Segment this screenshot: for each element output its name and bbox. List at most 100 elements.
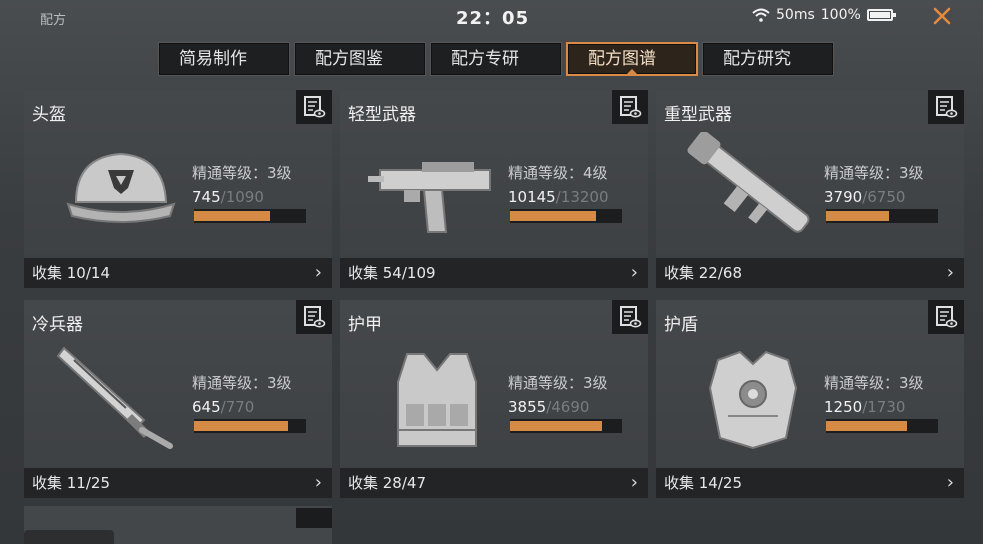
progress-current: 10145 <box>508 188 556 206</box>
collect-count: 收集 10/14 <box>32 264 110 282</box>
progress-current: 745 <box>192 188 221 206</box>
progress-current: 645 <box>192 398 221 416</box>
window-title: 配方 <box>40 13 67 28</box>
recipe-book-button[interactable] <box>928 90 964 124</box>
recipe-book-button[interactable] <box>296 90 332 124</box>
shield-armor-icon <box>678 342 828 452</box>
chevron-right-icon: › <box>314 472 322 493</box>
collect-row[interactable]: 收集 22/68 › <box>656 258 964 288</box>
progress-bar <box>510 209 622 223</box>
progress-text: 3855/4690 <box>508 398 589 416</box>
progress-text: 3790/6750 <box>824 188 905 206</box>
recipe-book-icon <box>304 306 326 328</box>
status-indicators: 50ms 100% <box>752 7 896 23</box>
recipe-book-icon <box>936 96 958 118</box>
progress-fill <box>194 421 289 431</box>
progress-text: 1250/1730 <box>824 398 905 416</box>
mastery-level: 精通等级：3级 <box>508 374 608 392</box>
collect-count: 收集 14/25 <box>664 474 742 492</box>
category-card-0[interactable]: 头盔 精通等级：3级 745/1090 收集 10/14 › <box>24 90 332 288</box>
recipe-book-button[interactable] <box>928 300 964 334</box>
helmet-icon <box>46 132 196 242</box>
progress-text: 10145/13200 <box>508 188 609 206</box>
collect-row[interactable]: 收集 14/25 › <box>656 468 964 498</box>
recipe-book-button[interactable] <box>296 300 332 334</box>
progress-current: 3790 <box>824 188 863 206</box>
progress-bar <box>826 419 938 433</box>
progress-bar <box>510 419 622 433</box>
collect-row[interactable]: 收集 54/109 › <box>340 258 648 288</box>
recipe-book-icon <box>620 96 642 118</box>
progress-max: /770 <box>220 398 255 416</box>
category-card-5[interactable]: 护盾 精通等级：3级 1250/1730 收集 14/25 › <box>656 300 964 498</box>
progress-fill <box>826 421 907 431</box>
recipe-book-icon <box>936 306 958 328</box>
chevron-right-icon: › <box>630 262 638 283</box>
category-card-4[interactable]: 护甲 精通等级：3级 3855/4690 收集 28/47 › <box>340 300 648 498</box>
mastery-level: 精通等级：3级 <box>192 164 292 182</box>
recipe-book-icon <box>304 96 326 118</box>
vest-icon <box>362 342 512 452</box>
collect-row[interactable]: 收集 28/47 › <box>340 468 648 498</box>
progress-max: /4690 <box>546 398 590 416</box>
progress-text: 645/770 <box>192 398 254 416</box>
category-name: 轻型武器 <box>348 105 416 125</box>
progress-fill <box>510 211 597 221</box>
rocket-launcher-icon <box>678 130 828 242</box>
tab-bar: 简易制作 配方图鉴 配方专研 配方图谱 配方研究 <box>158 42 834 76</box>
progress-max: /1090 <box>220 188 264 206</box>
progress-text: 745/1090 <box>192 188 264 206</box>
collect-row[interactable]: 收集 11/25 › <box>24 468 332 498</box>
progress-bar <box>194 419 306 433</box>
tab-recipe-catalog[interactable]: 配方图鉴 <box>294 42 426 76</box>
category-card-3[interactable]: 冷兵器 精通等级：3级 645/770 收集 11/25 › <box>24 300 332 498</box>
collect-count: 收集 28/47 <box>348 474 426 492</box>
smg-icon <box>362 132 512 242</box>
progress-bar <box>194 209 306 223</box>
chevron-right-icon: › <box>946 472 954 493</box>
recipe-book-icon <box>620 306 642 328</box>
collect-row[interactable]: 收集 10/14 › <box>24 258 332 288</box>
blade-icon <box>46 342 196 452</box>
progress-max: /1730 <box>862 398 906 416</box>
chevron-right-icon: › <box>946 262 954 283</box>
chevron-right-icon: › <box>314 262 322 283</box>
tab-recipe-atlas[interactable]: 配方图谱 <box>566 42 698 76</box>
close-button[interactable] <box>928 2 956 30</box>
battery-value: 100% <box>820 7 861 23</box>
category-name: 冷兵器 <box>32 315 83 335</box>
back-button[interactable] <box>24 530 114 544</box>
tab-recipe-research[interactable]: 配方研究 <box>702 42 834 76</box>
mastery-level: 精通等级：3级 <box>192 374 292 392</box>
collect-count: 收集 22/68 <box>664 264 742 282</box>
close-icon <box>933 7 951 25</box>
ping-value: 50ms <box>776 7 815 23</box>
recipe-book-icon[interactable] <box>296 508 332 528</box>
category-name: 头盔 <box>32 105 66 125</box>
progress-fill <box>826 211 889 221</box>
mastery-level: 精通等级：3级 <box>824 164 924 182</box>
category-card-2[interactable]: 重型武器 精通等级：3级 3790/6750 收集 22/68 › <box>656 90 964 288</box>
status-bar: 配方 22：05 50ms 100% <box>0 0 983 32</box>
progress-max: /13200 <box>555 188 609 206</box>
tab-recipe-study[interactable]: 配方专研 <box>430 42 562 76</box>
mastery-level: 精通等级：3级 <box>824 374 924 392</box>
clock: 22：05 <box>456 8 530 29</box>
progress-bar <box>826 209 938 223</box>
tab-simple-craft[interactable]: 简易制作 <box>158 42 290 76</box>
recipe-book-button[interactable] <box>612 300 648 334</box>
recipe-book-button[interactable] <box>612 90 648 124</box>
wifi-icon <box>752 8 770 22</box>
category-name: 护甲 <box>348 315 382 335</box>
progress-current: 3855 <box>508 398 547 416</box>
progress-max: /6750 <box>862 188 906 206</box>
collect-count: 收集 54/109 <box>348 264 436 282</box>
progress-fill <box>510 421 602 431</box>
category-card-1[interactable]: 轻型武器 精通等级：4级 10145/13200 收集 54/109 › <box>340 90 648 288</box>
progress-fill <box>194 211 271 221</box>
mastery-level: 精通等级：4级 <box>508 164 608 182</box>
chevron-right-icon: › <box>630 472 638 493</box>
battery-icon <box>866 9 896 21</box>
progress-current: 1250 <box>824 398 863 416</box>
category-name: 护盾 <box>664 315 698 335</box>
